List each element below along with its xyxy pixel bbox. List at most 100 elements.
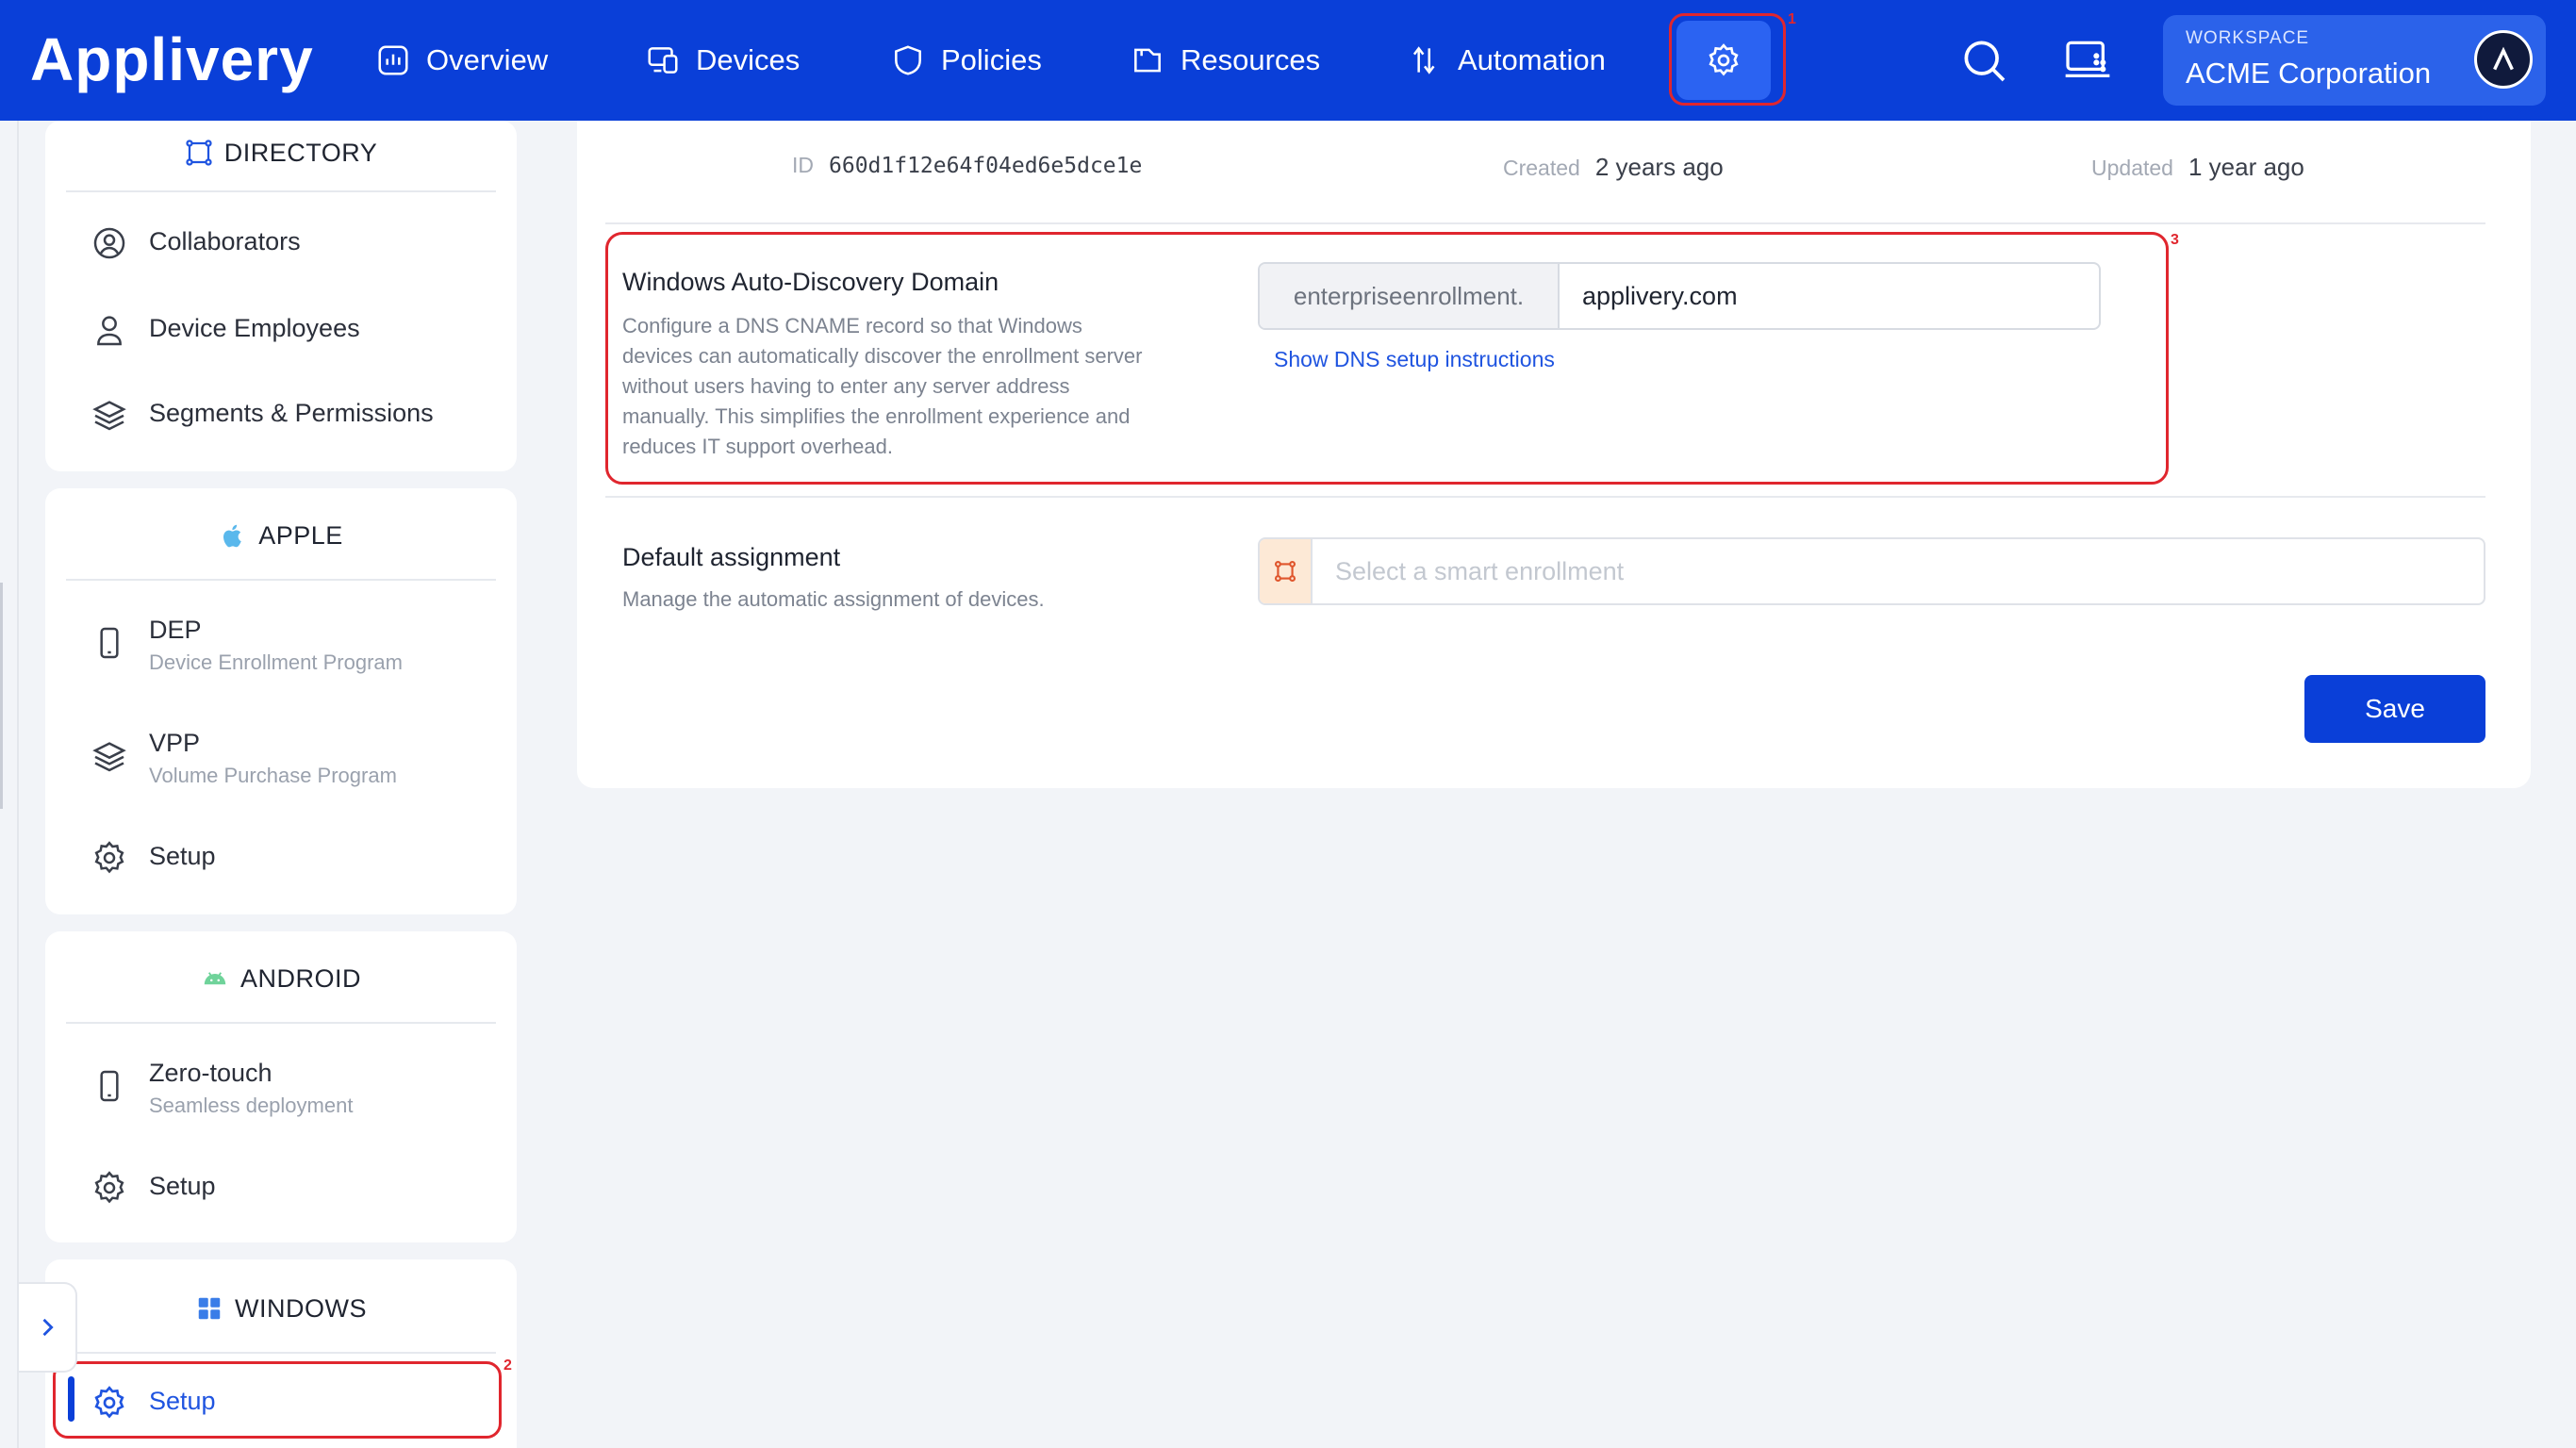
android-divider bbox=[66, 1022, 496, 1024]
folder-icon bbox=[1134, 48, 1161, 73]
directory-divider bbox=[66, 190, 496, 192]
workspace-label: WORKSPACE bbox=[2186, 28, 2310, 48]
rail-marker bbox=[0, 583, 3, 809]
sidebar-collapse-button[interactable] bbox=[19, 1282, 77, 1373]
dep-label: DEP bbox=[149, 616, 202, 644]
dep-sublabel: Device Enrollment Program bbox=[149, 650, 403, 674]
vpp-label: VPP bbox=[149, 729, 201, 757]
windows-icon bbox=[198, 1297, 221, 1320]
android-setup-label: Setup bbox=[149, 1172, 216, 1200]
sidebar-item-dep[interactable]: DEP Device Enrollment Program bbox=[91, 611, 403, 677]
sidebar-item-collaborators[interactable]: Collaborators bbox=[91, 222, 301, 262]
user-circle-icon bbox=[93, 227, 125, 259]
arrows-icon bbox=[1412, 46, 1435, 74]
meta-updated: Updated 1 year ago bbox=[2091, 153, 2304, 182]
apple-title: APPLE bbox=[258, 520, 343, 550]
device-grid-icon[interactable] bbox=[2061, 34, 2114, 87]
directory-card: DIRECTORY Collaborators Device Employees… bbox=[45, 121, 517, 471]
workspace-name: ACME Corporation bbox=[2186, 57, 2432, 90]
sidebar-item-segments[interactable]: Segments & Permissions bbox=[91, 394, 434, 434]
apple-card: APPLE DEP Device Enrollment Program VPP … bbox=[45, 488, 517, 914]
android-card: ANDROID Zero-touch Seamless deployment S… bbox=[45, 931, 517, 1242]
sidebar-item-device-employees[interactable]: Device Employees bbox=[91, 309, 360, 349]
enrollment-icon-box bbox=[1260, 539, 1313, 603]
apple-icon bbox=[223, 524, 241, 548]
meta-created: Created 2 years ago bbox=[1503, 153, 1724, 182]
collaborators-label: Collaborators bbox=[149, 227, 301, 255]
default-assignment-title: Default assignment bbox=[622, 543, 841, 571]
gear-icon bbox=[94, 841, 124, 874]
divider bbox=[605, 496, 2485, 498]
windows-divider bbox=[66, 1352, 496, 1354]
vpp-sublabel: Volume Purchase Program bbox=[149, 764, 397, 787]
directory-icon bbox=[186, 140, 212, 166]
meta-created-value: 2 years ago bbox=[1594, 153, 1724, 181]
nav-automation[interactable]: Automation bbox=[1407, 36, 1606, 85]
nav-devices-label: Devices bbox=[696, 43, 801, 76]
workspace-avatar bbox=[2474, 30, 2533, 89]
nav-policies-label: Policies bbox=[941, 43, 1042, 76]
apple-divider bbox=[66, 579, 496, 581]
nav-policies[interactable]: Policies bbox=[890, 36, 1042, 85]
sidebar-item-vpp[interactable]: VPP Volume Purchase Program bbox=[91, 724, 397, 790]
highlight-badge-3: 3 bbox=[2171, 232, 2179, 248]
chart-box-icon bbox=[378, 45, 408, 75]
highlight-settings bbox=[1669, 13, 1786, 106]
apple-header: APPLE bbox=[45, 517, 517, 554]
domain-input[interactable]: applivery.com bbox=[1560, 264, 2099, 328]
left-rail bbox=[0, 121, 19, 1448]
windows-title: WINDOWS bbox=[235, 1293, 367, 1323]
zero-touch-label: Zero-touch bbox=[149, 1059, 272, 1087]
domain-prefix: enterpriseenrollment. bbox=[1260, 264, 1560, 328]
smart-enrollment-select[interactable]: Select a smart enrollment bbox=[1258, 537, 2485, 605]
meta-id-label: ID bbox=[792, 153, 814, 177]
smart-enrollment-placeholder: Select a smart enrollment bbox=[1335, 556, 1625, 585]
meta-updated-label: Updated bbox=[2091, 156, 2173, 180]
workspace-switcher[interactable]: WORKSPACE ACME Corporation bbox=[2163, 15, 2546, 106]
directory-title: DIRECTORY bbox=[223, 138, 378, 167]
highlight-windows-setup bbox=[53, 1361, 502, 1439]
device-employees-label: Device Employees bbox=[149, 314, 360, 342]
gear-icon bbox=[94, 1171, 124, 1204]
applivery-logo[interactable]: Applivery bbox=[30, 25, 314, 94]
highlight-badge-2: 2 bbox=[504, 1358, 512, 1374]
nav-overview-label: Overview bbox=[426, 43, 549, 76]
nav-resources-label: Resources bbox=[1181, 43, 1321, 76]
sidebar-item-zero-touch[interactable]: Zero-touch Seamless deployment bbox=[91, 1054, 353, 1120]
phone-icon bbox=[100, 627, 119, 659]
meta-id-value: 660d1f12e64f04ed6e5dce1e bbox=[829, 154, 1143, 178]
meta-id: ID 660d1f12e64f04ed6e5dce1e bbox=[792, 153, 1142, 178]
divider bbox=[605, 222, 2485, 224]
meta-created-label: Created bbox=[1503, 156, 1580, 180]
default-assignment-description: Manage the automatic assignment of devic… bbox=[622, 587, 1045, 611]
autodiscovery-title: Windows Auto-Discovery Domain bbox=[622, 268, 999, 296]
layers-icon bbox=[92, 742, 126, 772]
dns-instructions-link[interactable]: Show DNS setup instructions bbox=[1274, 347, 1555, 372]
shield-icon bbox=[895, 45, 921, 75]
windows-header: WINDOWS bbox=[45, 1290, 517, 1327]
top-navbar: Applivery Overview Devices Policies Reso… bbox=[0, 0, 2576, 121]
save-button[interactable]: Save bbox=[2304, 675, 2485, 743]
sidebar-item-apple-setup[interactable]: Setup bbox=[91, 837, 216, 877]
nav-devices[interactable]: Devices bbox=[645, 36, 800, 85]
domain-field[interactable]: enterpriseenrollment. applivery.com bbox=[1258, 262, 2101, 330]
directory-header: DIRECTORY bbox=[45, 134, 517, 172]
sidebar-item-android-setup[interactable]: Setup bbox=[91, 1167, 216, 1207]
nav-overview[interactable]: Overview bbox=[375, 36, 548, 85]
user-icon bbox=[97, 316, 122, 346]
phone-icon bbox=[100, 1070, 119, 1102]
apple-setup-label: Setup bbox=[149, 842, 216, 870]
enrollment-icon bbox=[1274, 560, 1296, 583]
autodiscovery-description: Configure a DNS CNAME record so that Win… bbox=[622, 314, 1143, 458]
zero-touch-sublabel: Seamless deployment bbox=[149, 1094, 354, 1117]
chevron-right-icon bbox=[42, 1318, 54, 1337]
segments-label: Segments & Permissions bbox=[149, 399, 434, 427]
android-title: ANDROID bbox=[239, 963, 361, 993]
android-header: ANDROID bbox=[45, 960, 517, 997]
layers-icon bbox=[92, 401, 126, 431]
android-icon bbox=[204, 972, 226, 985]
devices-icon bbox=[648, 47, 678, 74]
search-icon[interactable] bbox=[1957, 34, 2010, 87]
nav-resources[interactable]: Resources bbox=[1130, 36, 1320, 85]
nav-automation-label: Automation bbox=[1458, 43, 1606, 76]
